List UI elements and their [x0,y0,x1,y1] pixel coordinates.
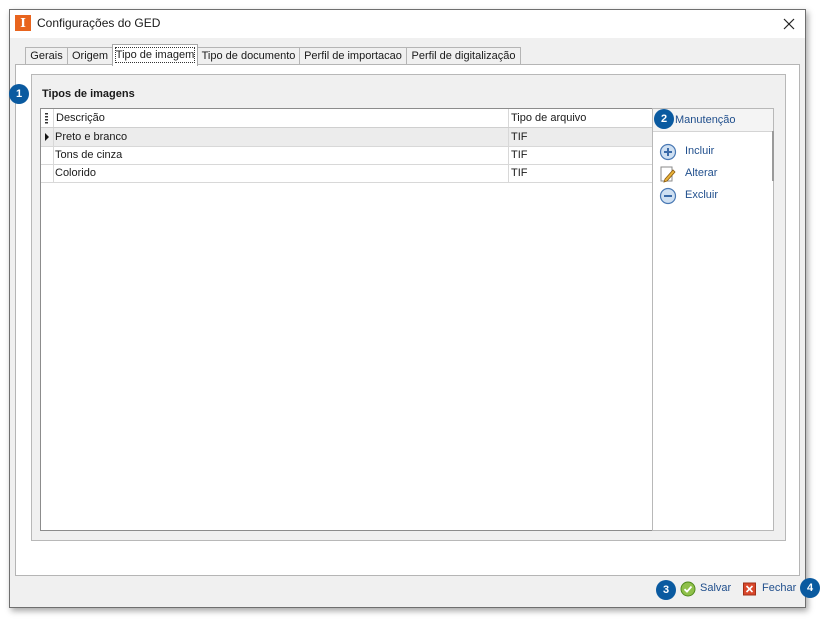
table-row[interactable]: Tons de cinza TIF [41,146,652,165]
row-indicator [41,128,54,146]
cell-descricao: Tons de cinza [55,149,123,161]
app-logo-icon: I [15,15,31,31]
callout-badge-3: 3 [656,580,676,600]
alterar-button[interactable]: Alterar [659,165,739,183]
grid-header-row: Descrição Tipo de arquivo [41,109,652,128]
tab-label: Gerais [30,50,63,62]
column-chooser-icon[interactable] [41,109,54,127]
close-box-icon [743,582,756,596]
column-divider [508,128,509,146]
window-title: Configurações do GED [37,16,161,30]
table-row[interactable]: Colorido TIF [41,164,652,183]
cell-tipo-de-arquivo: TIF [511,149,528,161]
cell-tipo-de-arquivo: TIF [511,167,528,179]
incluir-label: Incluir [685,145,715,157]
fechar-label: Fechar [762,582,797,594]
column-divider [508,109,509,127]
cell-tipo-de-arquivo: TIF [511,131,528,143]
callout-badge-1: 1 [9,84,29,104]
fechar-button[interactable]: Fechar [742,580,798,598]
plus-circle-icon [659,143,677,161]
tab-label: Perfil de importacao [304,50,402,62]
tab-tipo-de-documento[interactable]: Tipo de documento [197,47,300,65]
close-icon [783,18,795,30]
focus-rectangle [115,47,195,63]
tab-origem[interactable]: Origem [67,47,113,65]
column-divider [508,146,509,164]
column-header-descricao[interactable]: Descrição [56,109,506,127]
panel-scrollbar[interactable] [772,131,774,181]
cell-descricao: Preto e branco [55,131,128,143]
group-title: Tipos de imagens [42,88,135,100]
tab-gerais[interactable]: Gerais [25,47,68,65]
tab-tipo-de-imagem[interactable]: Tipo de imagem [112,44,198,66]
manutencao-title: Manutenção [675,114,736,126]
excluir-button[interactable]: Excluir [659,187,739,205]
minus-circle-icon [659,187,677,205]
tab-label: Tipo de documento [201,50,296,62]
current-row-arrow-icon [45,133,49,141]
tab-label: Perfil de digitalização [411,50,516,62]
cell-descricao: Colorido [55,167,96,179]
salvar-label: Salvar [700,582,732,594]
column-header-tipo-de-arquivo[interactable]: Tipo de arquivo [511,109,649,127]
tab-perfil-de-digitalizacao[interactable]: Perfil de digitalização [406,47,521,65]
check-circle-icon [680,581,696,597]
image-types-grid[interactable]: Descrição Tipo de arquivo Preto e branco… [40,108,653,531]
incluir-button[interactable]: Incluir [659,143,739,161]
excluir-label: Excluir [685,189,719,201]
row-indicator [41,146,54,164]
title-bar: I Configurações do GED [10,10,805,38]
callout-badge-4: 4 [800,578,820,598]
salvar-button[interactable]: Salvar [680,580,735,598]
alterar-label: Alterar [685,167,718,179]
column-divider [508,164,509,182]
window-close-button[interactable] [779,14,799,34]
edit-pencil-icon [660,166,676,183]
row-indicator [41,164,54,182]
tab-label: Origem [71,50,109,62]
callout-badge-2: 2 [654,109,674,129]
table-row[interactable]: Preto e branco TIF [41,128,652,147]
tab-perfil-de-importacao[interactable]: Perfil de importacao [299,47,407,65]
manutencao-panel: Manutenção Incluir Alterar Excluir [652,108,774,531]
